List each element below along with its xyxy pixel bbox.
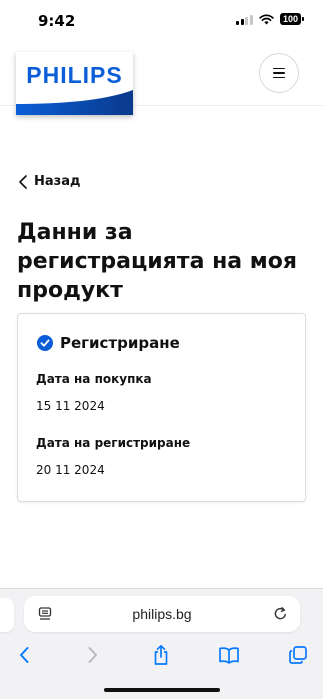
- signal-icon: [236, 14, 253, 25]
- page-title: Данни за регистрацията на моя продукт: [17, 220, 297, 303]
- logo-wordmark: PHILIPS: [26, 62, 123, 88]
- bookmarks-icon: [219, 647, 239, 664]
- registration-card: Регистриране Дата на покупка 15 11 2024 …: [17, 313, 306, 502]
- previous-tab-peek[interactable]: [0, 598, 14, 632]
- browser-nav-row: [0, 641, 323, 671]
- url-text: philips.bg: [132, 606, 192, 622]
- share-icon: [154, 644, 168, 665]
- registration-status: Регистриране: [37, 334, 180, 352]
- philips-logo[interactable]: PHILIPS: [16, 52, 133, 115]
- back-link[interactable]: Назад: [18, 174, 80, 189]
- reload-icon[interactable]: [273, 606, 288, 621]
- back-link-label: Назад: [34, 174, 81, 189]
- chevron-left-icon: [19, 174, 27, 189]
- registration-date-label: Дата на регистриране: [36, 436, 191, 450]
- tabs-icon: [289, 646, 307, 664]
- forward-icon: [88, 647, 97, 663]
- status-time: 9:42: [38, 12, 76, 30]
- forward-button[interactable]: [79, 641, 107, 669]
- registration-status-label: Регистриране: [60, 334, 180, 352]
- check-circle-icon: [37, 335, 53, 351]
- purchase-date-label: Дата на покупка: [36, 372, 152, 386]
- bookmarks-button[interactable]: [215, 641, 243, 669]
- menu-icon: [273, 67, 285, 70]
- browser-toolbar: philips.bg: [0, 588, 323, 699]
- battery-icon: 100: [279, 13, 305, 25]
- address-bar[interactable]: philips.bg: [24, 596, 300, 632]
- purchase-date-value: 15 11 2024: [36, 399, 105, 413]
- back-icon: [20, 647, 29, 663]
- status-bar: 9:42 100: [0, 0, 323, 44]
- site-header: PHILIPS: [0, 44, 323, 115]
- registration-date-value: 20 11 2024: [36, 463, 105, 477]
- status-indicators: 100: [236, 13, 305, 25]
- back-button[interactable]: [10, 641, 38, 669]
- home-indicator[interactable]: [104, 688, 220, 692]
- wifi-icon: [259, 13, 274, 24]
- tabs-button[interactable]: [284, 641, 312, 669]
- menu-button[interactable]: [259, 53, 299, 93]
- share-button[interactable]: [147, 641, 175, 669]
